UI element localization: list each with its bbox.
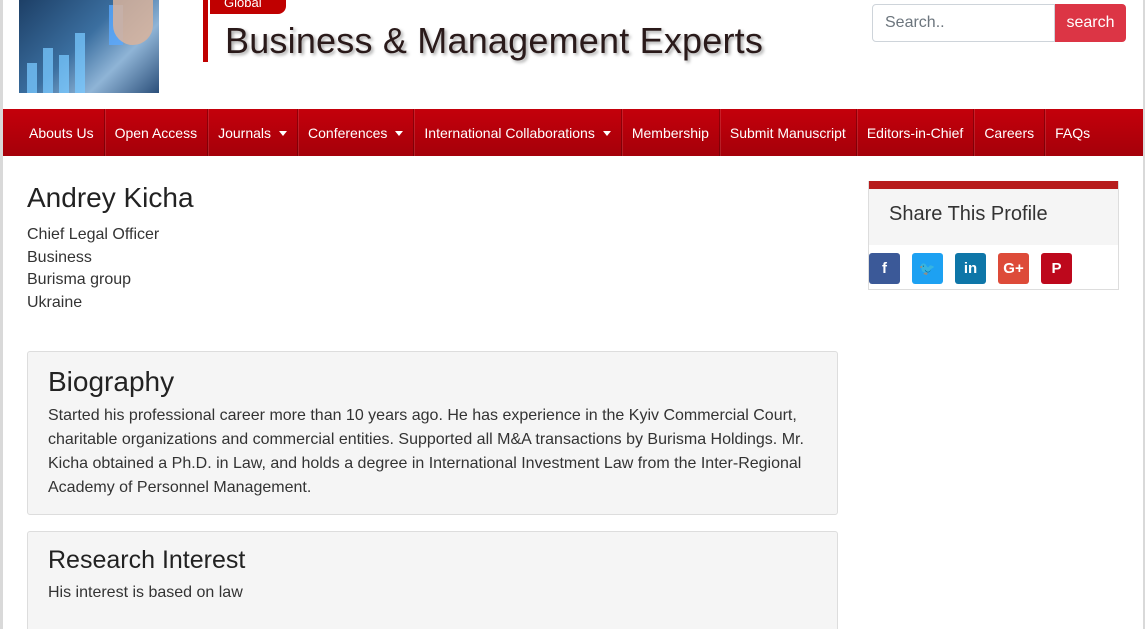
pinterest-icon[interactable]: P [1041,253,1072,284]
twitter-icon[interactable]: 🐦 [912,253,943,284]
caret-down-icon [395,130,404,136]
profile-title: Chief Legal Officer [27,226,160,243]
nav-item-label: Journals [218,124,272,141]
nav-item-international-collaborations[interactable]: International Collaborations [414,109,622,156]
logo-bar [59,55,69,93]
profile-organization: Burisma group [27,271,132,288]
main-nav: Abouts Us Open Access Journals Conferenc… [3,109,1143,156]
linkedin-icon[interactable]: in [955,253,986,284]
brand-accent [203,0,208,62]
facebook-icon[interactable]: f [869,253,900,284]
research-interest-heading: Research Interest [48,546,246,574]
biography-card: Biography Started his professional caree… [27,351,838,515]
share-heading: Share This Profile [869,189,1118,245]
nav-item-label: Conferences [308,124,388,141]
share-icons: f 🐦 in G+ P [869,245,1118,284]
nav-item-journals[interactable]: Journals [208,109,299,156]
nav-item-conferences[interactable]: Conferences [298,109,415,156]
research-interest-card: Research Interest His interest is based … [27,531,838,629]
global-tag: Global [210,0,286,14]
profile-name: Andrey Kicha [27,182,194,213]
nav-item-careers[interactable]: Careers [974,109,1046,156]
search-bar: search [872,4,1126,42]
share-profile-box: Share This Profile f 🐦 in G+ P [868,181,1119,290]
nav-item-faqs[interactable]: FAQs [1045,109,1100,156]
profile-field: Business [27,248,92,266]
logo-hand [113,0,153,45]
nav-item-membership[interactable]: Membership [622,109,720,156]
logo-bar [43,48,53,93]
nav-item-about-us[interactable]: Abouts Us [3,109,105,156]
google-plus-icon[interactable]: G+ [998,253,1029,284]
search-input[interactable] [872,4,1055,42]
nav-item-label: Membership [631,124,709,141]
nav-item-label: Submit Manuscript [729,124,846,141]
profile-details: Chief Legal Officer Business Burisma gro… [27,224,159,314]
nav-item-label: Abouts Us [29,124,94,141]
biography-heading: Biography [48,366,175,397]
logo-bar [27,63,37,93]
nav-item-submit-manuscript[interactable]: Submit Manuscript [720,109,857,156]
site-logo[interactable] [19,0,159,93]
nav-item-label: FAQs [1055,124,1091,141]
nav-item-label: International Collaborations [424,124,595,141]
research-interest-text: His interest is based on law [48,584,243,601]
search-button[interactable]: search [1055,4,1126,42]
biography-text: Started his professional career more tha… [48,407,804,496]
nav-item-label: Careers [984,124,1035,141]
nav-item-editors-in-chief[interactable]: Editors-in-Chief [857,109,975,156]
caret-down-icon [602,130,611,136]
logo-bar [75,33,85,93]
nav-item-label: Editors-in-Chief [866,124,964,141]
profile-country: Ukraine [27,293,83,311]
nav-item-open-access[interactable]: Open Access [105,109,209,156]
nav-item-label: Open Access [114,124,198,141]
caret-down-icon [279,130,288,136]
share-accent-bar [869,181,1118,189]
site-title[interactable]: Business & Management Experts [225,20,763,62]
